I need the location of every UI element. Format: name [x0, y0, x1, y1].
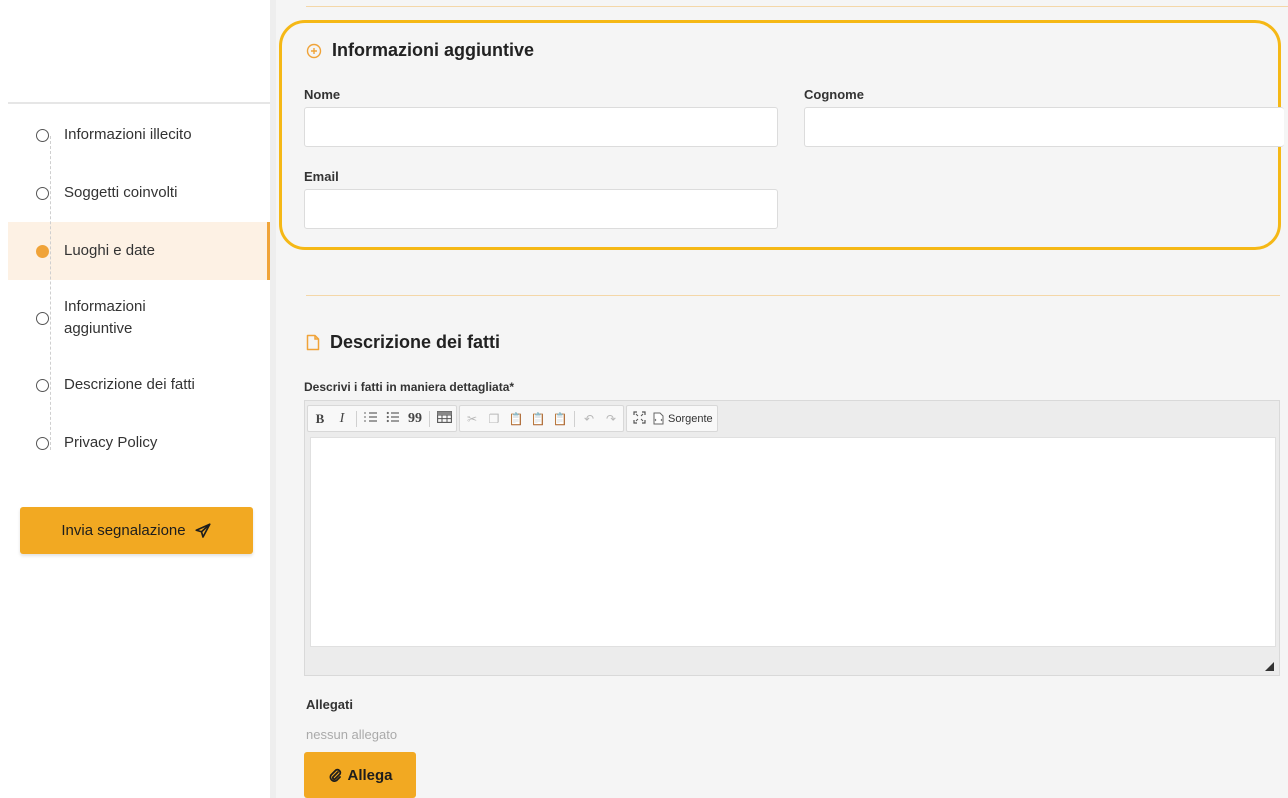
- step-label: Informazioni illecito: [64, 126, 192, 143]
- step-descrizione-dei-fatti[interactable]: Descrizione dei fatti: [8, 356, 270, 414]
- step-label: Privacy Policy: [64, 434, 158, 451]
- attachments-label: Allegati: [306, 697, 353, 712]
- step-list: Informazioni illecito Soggetti coinvolti…: [8, 106, 270, 472]
- send-report-button[interactable]: Invia segnalazione: [20, 507, 253, 554]
- editor-toolbar: B I 99 ✂ ❐ 📋 📋 📋 ↶ ↷ Sorgente: [307, 404, 718, 433]
- step-connector: [50, 136, 51, 450]
- paperclip-icon: [330, 768, 342, 782]
- additional-info-title: Informazioni aggiuntive: [306, 40, 534, 61]
- redo-icon[interactable]: ↷: [603, 412, 619, 426]
- step-informazioni-illecito[interactable]: Informazioni illecito: [8, 106, 270, 164]
- source-button[interactable]: Sorgente: [653, 412, 713, 425]
- step-label: Luoghi e date: [64, 242, 155, 259]
- paste-word-icon[interactable]: 📋: [552, 412, 568, 426]
- paste-text-icon[interactable]: 📋: [530, 412, 546, 426]
- cognome-label: Cognome: [804, 87, 864, 102]
- step-label: Descrizione dei fatti: [64, 376, 195, 393]
- toolbar-separator: [356, 410, 357, 427]
- step-circle-icon: [36, 128, 49, 142]
- document-icon: [306, 334, 320, 351]
- rich-text-editor: B I 99 ✂ ❐ 📋 📋 📋 ↶ ↷ Sorgente: [304, 400, 1280, 676]
- step-active-dot-icon: [36, 244, 49, 258]
- paper-plane-icon: [195, 522, 211, 538]
- step-label: Informazioni aggiuntive: [64, 296, 146, 340]
- step-label-line2: aggiuntive: [64, 320, 133, 337]
- plus-circle-icon: [306, 43, 322, 58]
- nome-label: Nome: [304, 87, 341, 102]
- sidebar-top-divider: [8, 102, 270, 104]
- description-title: Descrizione dei fatti: [306, 332, 500, 353]
- section-divider-top: [306, 6, 1288, 7]
- source-file-icon: [653, 412, 664, 425]
- toolbar-group-tools: Sorgente: [626, 405, 718, 432]
- step-label: Soggetti coinvolti: [64, 184, 178, 201]
- step-circle-icon: [36, 378, 49, 392]
- paste-icon[interactable]: 📋: [508, 412, 524, 426]
- email-label: Email: [304, 169, 339, 184]
- sidebar: Informazioni illecito Soggetti coinvolti…: [0, 0, 270, 798]
- cognome-input[interactable]: [804, 107, 1284, 147]
- main-content: Informazioni aggiuntive Nome Cognome Ema…: [276, 0, 1288, 798]
- step-circle-icon: [36, 311, 49, 325]
- nome-input[interactable]: [304, 107, 778, 147]
- blockquote-button[interactable]: 99: [407, 411, 423, 427]
- numbered-list-icon[interactable]: [363, 411, 379, 426]
- step-privacy-policy[interactable]: Privacy Policy: [8, 414, 270, 472]
- toolbar-group-clipboard: ✂ ❐ 📋 📋 📋 ↶ ↷: [459, 405, 624, 432]
- attach-button-label: Allega: [347, 766, 393, 784]
- source-label: Sorgente: [668, 412, 713, 425]
- additional-info-title-text: Informazioni aggiuntive: [332, 40, 535, 60]
- section-divider: [306, 295, 1280, 296]
- step-informazioni-aggiuntive[interactable]: Informazioni aggiuntive: [8, 280, 270, 356]
- table-icon[interactable]: [436, 411, 452, 426]
- cut-icon[interactable]: ✂: [464, 412, 480, 426]
- description-title-text: Descrizione dei fatti: [330, 332, 501, 352]
- step-soggetti-coinvolti[interactable]: Soggetti coinvolti: [8, 164, 270, 222]
- editor-text-area[interactable]: [310, 437, 1276, 647]
- undo-icon[interactable]: ↶: [581, 412, 597, 426]
- no-attachments-text: nessun allegato: [306, 727, 398, 742]
- toolbar-group-format: B I 99: [307, 405, 457, 432]
- step-circle-icon: [36, 436, 49, 450]
- email-input[interactable]: [304, 189, 778, 229]
- send-report-label: Invia segnalazione: [61, 522, 186, 539]
- attach-button[interactable]: Allega: [304, 752, 416, 798]
- toolbar-separator: [574, 410, 575, 427]
- step-label-line1: Informazioni: [64, 298, 146, 315]
- description-field-label: Descrivi i fatti in maniera dettagliata*: [304, 380, 515, 394]
- bulleted-list-icon[interactable]: [385, 411, 401, 426]
- maximize-icon[interactable]: [631, 410, 647, 427]
- step-circle-icon: [36, 186, 49, 200]
- copy-icon[interactable]: ❐: [486, 412, 502, 426]
- italic-button[interactable]: I: [334, 411, 350, 427]
- bold-button[interactable]: B: [312, 411, 328, 427]
- toolbar-separator: [429, 410, 430, 427]
- resize-handle-icon[interactable]: [1265, 662, 1274, 671]
- step-luoghi-e-date[interactable]: Luoghi e date: [8, 222, 270, 280]
